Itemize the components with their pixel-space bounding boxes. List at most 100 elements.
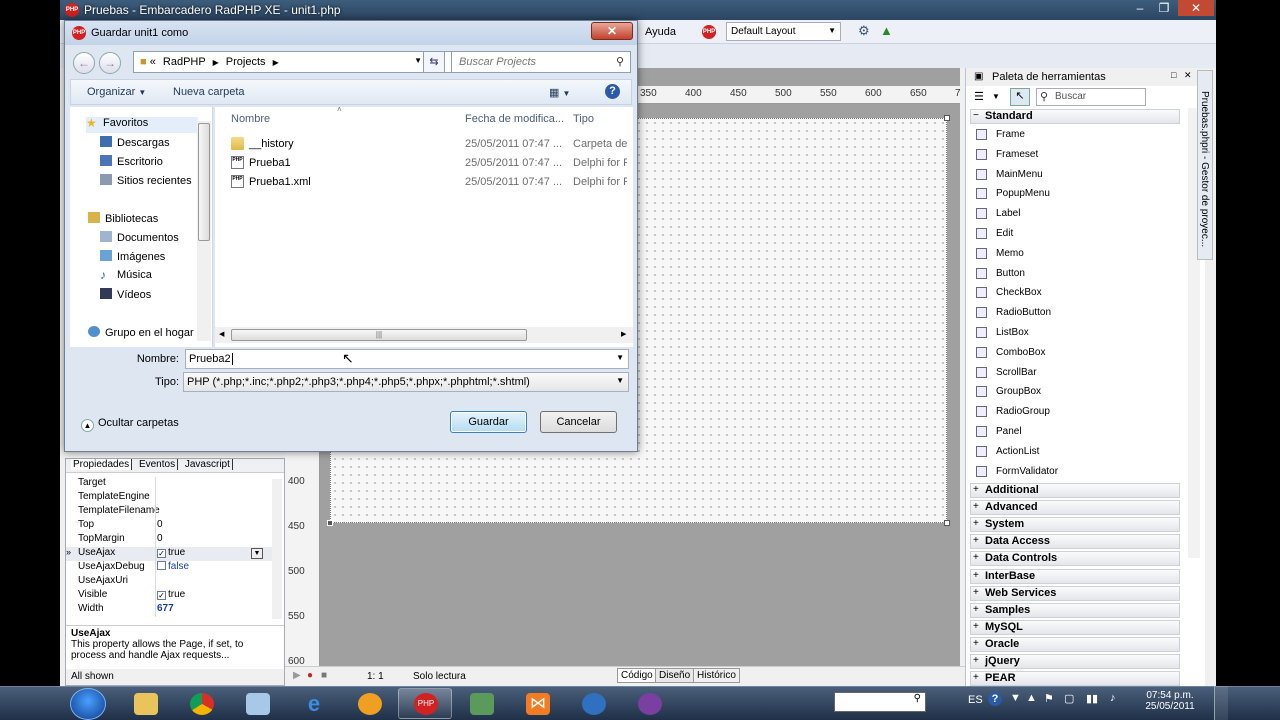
palette-item[interactable]: Memo [972, 245, 1182, 263]
organize-button[interactable]: Organizar ▼ [87, 86, 146, 98]
categories-icon[interactable]: ☰ [974, 90, 984, 103]
property-row[interactable]: Visible ✓ true [66, 589, 276, 603]
tray-icon[interactable]: ▼ [1010, 692, 1021, 704]
file-row[interactable]: __history 25/05/2011 07:47 ... Carpeta d… [227, 135, 627, 153]
pointer-tool-icon[interactable]: ↖ [1010, 88, 1030, 106]
breadcrumb-radphp[interactable]: RadPHP [163, 56, 206, 68]
checkbox-unchecked-icon[interactable] [157, 561, 166, 570]
tab-historico[interactable]: Histórico [693, 668, 740, 683]
taskbar-app[interactable] [230, 688, 284, 719]
view-options-icon[interactable]: ▦ ▼ [549, 86, 570, 99]
palette-category[interactable]: jQuery [970, 654, 1180, 669]
close-icon[interactable]: ✕ [1178, 0, 1214, 16]
palette-item[interactable]: FormValidator [972, 463, 1182, 481]
palette-item[interactable]: ListBox [972, 324, 1182, 342]
layout-select[interactable]: Default Layout ▼ [726, 22, 841, 41]
palette-item[interactable]: GroupBox [972, 383, 1182, 401]
taskbar-app2[interactable] [622, 688, 676, 719]
volume-icon[interactable]: ♪ [1110, 692, 1116, 704]
palette-category[interactable]: MySQL [970, 619, 1180, 635]
chevron-down-icon[interactable]: ▼ [414, 56, 422, 65]
palette-item[interactable]: ActionList [972, 443, 1182, 461]
taskbar-radphp[interactable]: PHP [398, 688, 452, 719]
palette-category-standard[interactable]: − Standard [970, 109, 1180, 124]
resize-handle[interactable] [327, 520, 333, 526]
language-indicator[interactable]: ES [968, 694, 983, 706]
palette-category[interactable]: PEAR [970, 671, 1180, 687]
nav-imagenes[interactable]: Imágenes [100, 250, 165, 266]
hide-folders-button[interactable]: ▲ Ocultar carpetas [81, 417, 179, 432]
nav-scroll-thumb[interactable] [198, 123, 210, 241]
filetype-select[interactable]: PHP (*.php;*.inc;*.php2;*.php3;*.php4;*.… [183, 372, 629, 392]
help-icon[interactable]: ? [605, 84, 620, 99]
monitor-icon[interactable]: ▢ [1064, 692, 1074, 705]
pin-icon[interactable]: □ [1171, 70, 1176, 80]
nav-descargas[interactable]: Descargas [100, 136, 170, 152]
file-row[interactable]: PHP Prueba1.xml 25/05/2011 07:47 ... Del… [227, 173, 627, 191]
column-header-type[interactable]: Tipo [573, 113, 594, 125]
tab-codigo[interactable]: Código [617, 668, 657, 683]
chevron-down-icon[interactable]: ▼ [616, 353, 624, 362]
column-header-date[interactable]: Fecha de modifica... [465, 113, 564, 125]
hscroll-thumb[interactable]: ||| [231, 329, 527, 341]
taskbar-settings[interactable] [342, 688, 396, 719]
help-icon[interactable]: ? [988, 692, 1002, 706]
taskbar-explorer[interactable] [118, 688, 172, 719]
folder-search-input[interactable]: Buscar Projects ⚲ [451, 51, 631, 73]
breadcrumb-overflow[interactable]: « [150, 56, 156, 68]
property-scrollbar[interactable] [272, 479, 282, 619]
save-layout-icon[interactable]: ⚙ [858, 23, 870, 39]
tab-javascript[interactable]: Javascript [182, 459, 233, 470]
back-arrow-icon[interactable]: ← [73, 52, 95, 74]
save-button[interactable]: Guardar [450, 411, 527, 433]
property-row[interactable]: Target [66, 477, 276, 491]
flag-icon[interactable]: ⚑ [1044, 692, 1054, 705]
minimize-icon[interactable]: – [1128, 0, 1152, 16]
palette-category[interactable]: Data Controls [970, 551, 1180, 567]
nav-musica[interactable]: ♪ Música [100, 269, 152, 285]
nav-scrollbar[interactable] [197, 121, 211, 341]
cancel-button[interactable]: Cancelar [540, 411, 617, 433]
palette-item[interactable]: Panel [972, 423, 1182, 441]
taskbar-dolphin[interactable] [566, 688, 620, 719]
refresh-button[interactable]: ⇆ [423, 51, 445, 73]
resize-handle[interactable] [944, 115, 950, 121]
palette-search-input[interactable]: ⚲ Buscar [1036, 88, 1146, 106]
nav-documentos[interactable]: Documentos [100, 231, 179, 247]
forward-arrow-icon[interactable]: → [99, 52, 121, 74]
property-row[interactable]: TemplateFilename [66, 505, 276, 519]
show-hidden-icons[interactable]: ▲ [1026, 692, 1037, 704]
breadcrumb[interactable]: ■ « RadPHP ▶ Projects ▶ ▼ [133, 51, 453, 73]
palette-item[interactable]: CheckBox [972, 284, 1182, 302]
close-panel-icon[interactable]: ✕ [1184, 70, 1192, 81]
palette-category[interactable]: System [970, 517, 1180, 533]
palette-category[interactable]: Web Services [970, 585, 1180, 601]
palette-item[interactable]: RadioButton [972, 304, 1182, 322]
menu-ayuda[interactable]: Ayuda [645, 26, 676, 38]
nav-bibliotecas[interactable]: Bibliotecas [88, 212, 158, 228]
breadcrumb-projects[interactable]: Projects [226, 56, 266, 68]
taskbar-ie[interactable]: e [286, 688, 340, 719]
tab-propiedades[interactable]: Propiedades [71, 459, 133, 470]
nav-favoritos[interactable]: ★ Favoritos [86, 117, 198, 133]
property-row[interactable]: Width 677 [66, 603, 276, 617]
chevron-down-icon[interactable]: ▼ [992, 92, 1000, 101]
column-header-name[interactable]: Nombre [231, 113, 270, 125]
palette-category[interactable]: Data Access [970, 534, 1180, 550]
stop-icon[interactable]: ■ [321, 670, 327, 681]
palette-item[interactable]: PopupMenu [972, 185, 1182, 203]
checkbox-checked-icon[interactable]: ✓ [157, 591, 166, 600]
palette-item[interactable]: Frame [972, 126, 1182, 144]
tab-eventos[interactable]: Eventos [136, 459, 179, 470]
play-icon[interactable]: ▶ [293, 670, 301, 681]
tray-clock[interactable]: 07:54 p.m. 25/05/2011 [1140, 690, 1200, 712]
show-desktop-button[interactable] [1214, 686, 1228, 720]
resize-handle[interactable] [944, 520, 950, 526]
property-row-selected[interactable]: » UseAjax ✓ true ▼ [66, 547, 276, 561]
property-row[interactable]: TemplateEngine [66, 491, 276, 505]
new-folder-button[interactable]: Nueva carpeta [173, 86, 245, 98]
palette-category[interactable]: Oracle [970, 636, 1180, 652]
palette-item[interactable]: ScrollBar [972, 364, 1182, 382]
file-row[interactable]: PHP Prueba1 25/05/2011 07:47 ... Delphi … [227, 154, 627, 172]
set-layout-icon[interactable]: ▲ [880, 23, 893, 38]
